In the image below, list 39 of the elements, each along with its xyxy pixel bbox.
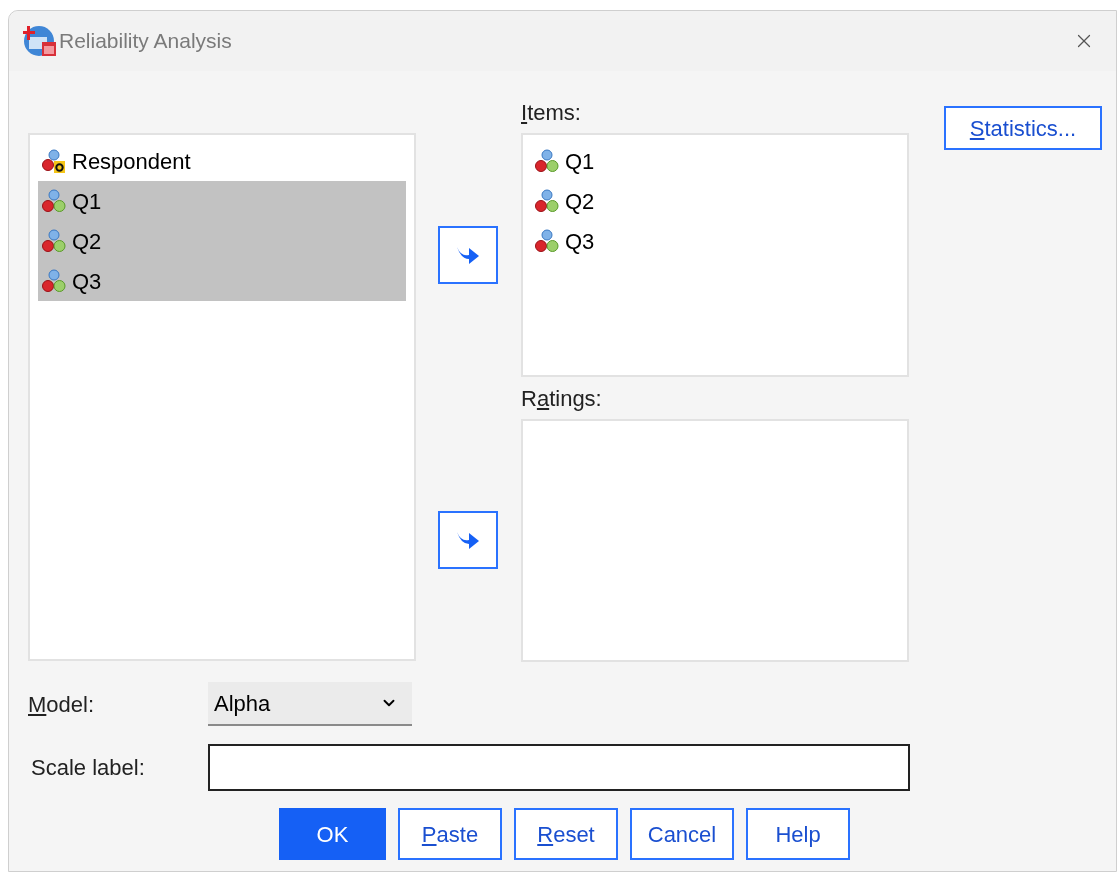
variable-name: Q2 <box>565 187 595 216</box>
variable-name: Q3 <box>565 227 595 256</box>
variable-item[interactable]: Q3 <box>531 221 899 261</box>
dialog-button[interactable]: Cancel <box>630 808 734 860</box>
variable-name: Respondent <box>72 147 191 176</box>
scale-variable-icon <box>42 229 66 253</box>
app-icon <box>23 24 57 58</box>
model-label: Model: <box>28 690 96 719</box>
variable-item[interactable]: Q2 <box>531 181 899 221</box>
string-variable-icon <box>42 149 66 173</box>
items-label: Items: <box>521 101 582 125</box>
variable-item[interactable]: Q1 <box>531 141 899 181</box>
scale-variable-icon <box>42 269 66 293</box>
window-title: Reliability Analysis <box>59 28 232 55</box>
variable-list[interactable]: Q1 Q2 Q3 <box>521 133 909 377</box>
variable-item[interactable]: Q1 <box>38 181 406 221</box>
scale-label-label: Scale label: <box>30 754 146 782</box>
scale-variable-icon <box>535 229 559 253</box>
move-button[interactable] <box>438 226 498 284</box>
scale-label-field[interactable] <box>208 744 910 791</box>
variable-name: Q2 <box>72 227 102 256</box>
model-dropdown[interactable]: Alpha <box>208 682 412 726</box>
variable-item[interactable]: Q3 <box>38 261 406 301</box>
scale-variable-icon <box>535 149 559 173</box>
dialog-button[interactable]: Paste <box>398 808 502 860</box>
variable-name: Q1 <box>565 147 595 176</box>
dialog-button[interactable]: Reset <box>514 808 618 860</box>
dialog-button[interactable]: OK <box>279 808 386 860</box>
ratings-label: Ratings: <box>521 387 603 411</box>
dialog-button[interactable]: Help <box>746 808 850 860</box>
variable-name: Q3 <box>72 267 102 296</box>
variable-name: Q1 <box>72 187 102 216</box>
statistics-button[interactable]: Statistics... <box>944 106 1102 150</box>
variable-item[interactable]: Respondent <box>38 141 406 181</box>
variable-item[interactable]: Q2 <box>38 221 406 261</box>
scale-variable-icon <box>535 189 559 213</box>
move-button[interactable] <box>438 511 498 569</box>
variable-list[interactable]: Respondent Q1 Q2 Q3 <box>28 133 416 661</box>
scale-variable-icon <box>42 189 66 213</box>
